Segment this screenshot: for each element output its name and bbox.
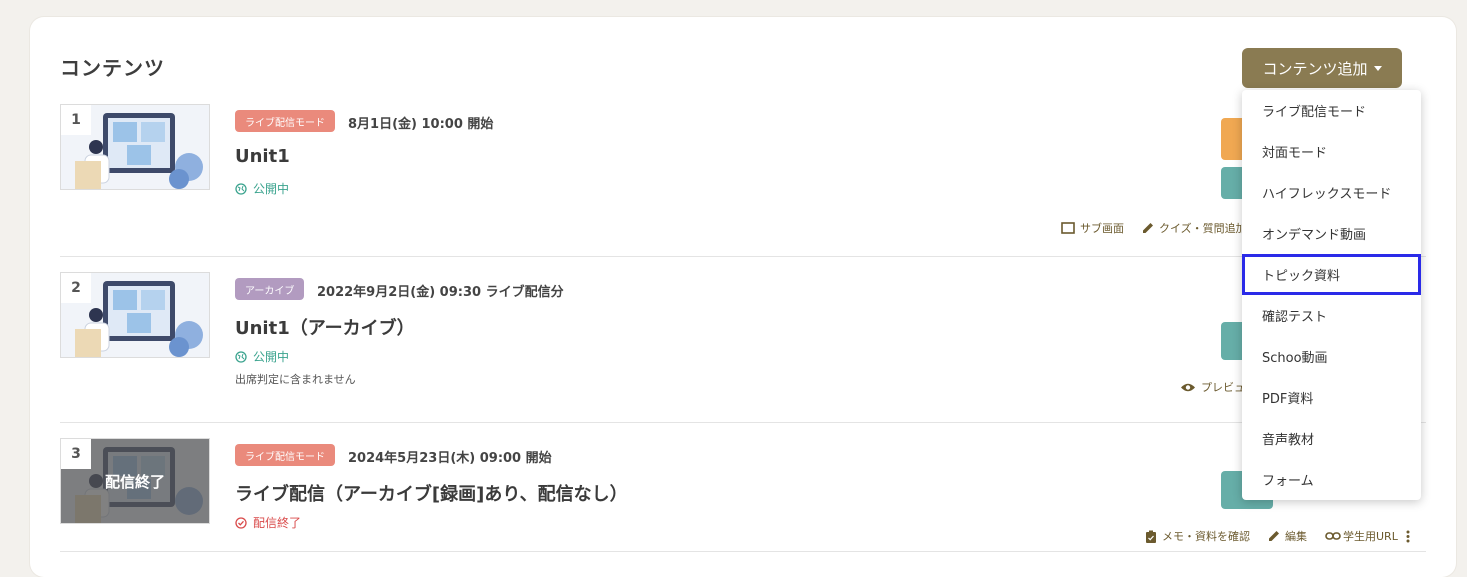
check-circle-icon: [235, 516, 247, 529]
content-number: 1: [61, 105, 91, 135]
add-quiz-link[interactable]: クイズ・質問追加: [1142, 220, 1247, 236]
globe-icon: [235, 182, 247, 195]
caret-down-icon: [1373, 65, 1382, 71]
publish-status-label: 公開中: [253, 182, 290, 196]
menu-item-on-demand[interactable]: オンデマンド動画: [1242, 213, 1421, 254]
content-number: 2: [61, 273, 91, 303]
memo-link[interactable]: メモ・資料を確認: [1145, 528, 1250, 544]
publish-status: 公開中: [235, 348, 289, 365]
student-url-label: 学生用URL: [1343, 530, 1398, 543]
edit-label: 編集: [1285, 530, 1307, 543]
menu-item-hyflex[interactable]: ハイフレックスモード: [1242, 172, 1421, 213]
menu-item-topic-material[interactable]: トピック資料: [1242, 254, 1421, 295]
sub-screen-link[interactable]: サブ画面: [1061, 220, 1124, 236]
mode-badge: ライブ配信モード: [235, 444, 335, 466]
add-content-label: コンテンツ追加: [1262, 59, 1368, 78]
row-actions: サブ画面 クイズ・質問追加: [1061, 220, 1247, 236]
menu-item-audio[interactable]: 音声教材: [1242, 418, 1421, 459]
pencil-icon: [1143, 223, 1153, 233]
publish-status: 公開中: [235, 180, 289, 197]
content-title[interactable]: Unit1（アーカイブ）: [235, 314, 415, 340]
menu-item-pdf[interactable]: PDF資料: [1242, 377, 1421, 418]
link-icon: [1325, 532, 1341, 540]
menu-item-in-person[interactable]: 対面モード: [1242, 131, 1421, 172]
broadcast-status-label: 配信終了: [253, 516, 302, 530]
student-url-link[interactable]: 学生用URL: [1325, 528, 1398, 544]
attendance-note: 出席判定に含まれません: [235, 373, 356, 386]
content-row: 1 ライブ配信モード 8月1日(金) 10:00 開始 Unit1 公開中 サブ…: [60, 104, 1426, 257]
globe-icon: [235, 350, 247, 363]
edit-link[interactable]: 編集: [1268, 528, 1307, 544]
archive-badge: アーカイブ: [235, 278, 305, 300]
content-number: 3: [61, 439, 91, 469]
content-row: 3 配信終了 ライブ配信モード 2024年5月23日(木) 09:00 開始 ラ…: [60, 438, 1426, 552]
menu-item-quiz[interactable]: 確認テスト: [1242, 295, 1421, 336]
start-datetime: 8月1日(金) 10:00 開始: [348, 117, 494, 132]
clipboard-icon: [1146, 530, 1156, 543]
row-actions: メモ・資料を確認 編集 学生用URL: [1145, 528, 1410, 544]
add-content-button[interactable]: コンテンツ追加: [1242, 48, 1402, 88]
add-content-dropdown: ライブ配信モード 対面モード ハイフレックスモード オンデマンド動画 トピック資…: [1242, 90, 1421, 500]
sub-screen-label: サブ画面: [1080, 222, 1124, 235]
content-title[interactable]: Unit1: [235, 146, 290, 167]
content-thumbnail[interactable]: 3 配信終了: [60, 438, 210, 524]
mode-badge: ライブ配信モード: [235, 110, 335, 132]
start-datetime: 2024年5月23日(木) 09:00 開始: [348, 451, 552, 466]
content-title[interactable]: ライブ配信（アーカイブ[録画]あり、配信なし）: [235, 480, 628, 506]
menu-item-live[interactable]: ライブ配信モード: [1242, 90, 1421, 131]
menu-item-schoo-video[interactable]: Schoo動画: [1242, 336, 1421, 377]
page-title: コンテンツ: [60, 56, 165, 80]
more-menu-button[interactable]: [1406, 530, 1410, 543]
more-vertical-icon: [1406, 530, 1410, 542]
content-row: 2 アーカイブ 2022年9月2日(金) 09:30 ライブ配信分 Unit1（…: [60, 272, 1426, 423]
screen-icon: [1061, 222, 1075, 234]
eye-icon: [1181, 383, 1195, 391]
content-thumbnail[interactable]: 1: [60, 104, 210, 190]
archive-datetime: 2022年9月2日(金) 09:30 ライブ配信分: [317, 285, 564, 300]
content-thumbnail[interactable]: 2: [60, 272, 210, 358]
broadcast-status: 配信終了: [235, 514, 301, 531]
add-quiz-label: クイズ・質問追加: [1159, 222, 1247, 235]
memo-label: メモ・資料を確認: [1162, 530, 1250, 543]
publish-status-label: 公開中: [253, 350, 290, 364]
menu-item-form[interactable]: フォーム: [1242, 459, 1421, 500]
pencil-icon: [1269, 531, 1279, 541]
